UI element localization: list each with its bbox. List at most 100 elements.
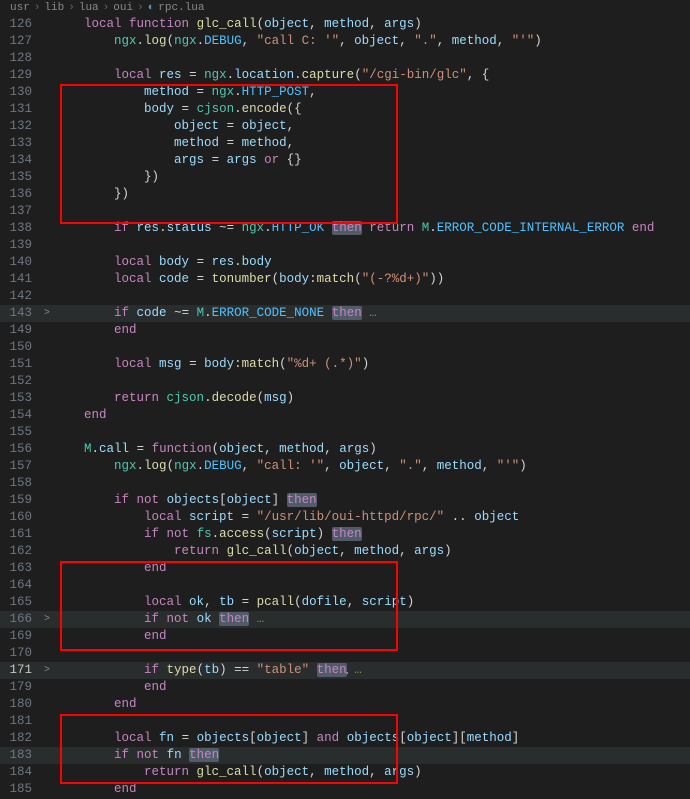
breadcrumb-part[interactable]: usr bbox=[10, 2, 30, 14]
code-content[interactable]: end bbox=[54, 696, 690, 713]
code-line[interactable]: 137 bbox=[0, 203, 690, 220]
fold-indicator[interactable]: > bbox=[40, 305, 54, 322]
code-line[interactable]: 133 method = method, bbox=[0, 135, 690, 152]
token-fn: log bbox=[144, 34, 167, 48]
code-line[interactable]: 179 end bbox=[0, 679, 690, 696]
code-content[interactable]: object = object, bbox=[54, 118, 690, 135]
breadcrumb-part[interactable]: lib bbox=[44, 2, 64, 14]
breadcrumb-file[interactable]: rpc.lua bbox=[158, 2, 204, 14]
code-content[interactable]: M.call = function(object, method, args) bbox=[54, 441, 690, 458]
code-content[interactable]: if not fs.access(script) then bbox=[54, 526, 690, 543]
code-content[interactable]: local msg = body:match("%d+ (.*)") bbox=[54, 356, 690, 373]
code-line[interactable]: 151 local msg = body:match("%d+ (.*)") bbox=[0, 356, 690, 373]
code-line[interactable]: 152 bbox=[0, 373, 690, 390]
code-content[interactable]: if not fn then bbox=[54, 747, 690, 764]
code-content[interactable]: if code ~= M.ERROR_CODE_NONE then … bbox=[54, 305, 690, 322]
code-content[interactable]: end bbox=[54, 322, 690, 339]
code-line[interactable]: 156 M.call = function(object, method, ar… bbox=[0, 441, 690, 458]
code-line[interactable]: 169 end bbox=[0, 628, 690, 645]
code-line[interactable]: 142 bbox=[0, 288, 690, 305]
code-content[interactable]: body = cjson.encode({ bbox=[54, 101, 690, 118]
breadcrumb-part[interactable]: lua bbox=[79, 2, 99, 14]
code-line[interactable]: 140 local body = res.body bbox=[0, 254, 690, 271]
code-content[interactable]: local script = "/usr/lib/oui-httpd/rpc/"… bbox=[54, 509, 690, 526]
code-line[interactable]: 126 local function glc_call(object, meth… bbox=[0, 16, 690, 33]
code-line[interactable]: 184 return glc_call(object, method, args… bbox=[0, 764, 690, 781]
code-content[interactable]: method = method, bbox=[54, 135, 690, 152]
code-line[interactable]: 135 }) bbox=[0, 169, 690, 186]
code-content[interactable]: return glc_call(object, method, args) bbox=[54, 764, 690, 781]
code-content[interactable]: if type(tb) == "table" then … bbox=[54, 662, 690, 679]
code-content[interactable]: end bbox=[54, 679, 690, 696]
code-line[interactable]: 141 local code = tonumber(body:match("(-… bbox=[0, 271, 690, 288]
code-line[interactable]: 183 if not fn then bbox=[0, 747, 690, 764]
code-line[interactable]: 162 return glc_call(object, method, args… bbox=[0, 543, 690, 560]
code-content[interactable]: local fn = objects[object] and objects[o… bbox=[54, 730, 690, 747]
code-line[interactable]: 134 args = args or {} bbox=[0, 152, 690, 169]
code-line[interactable]: 166> if not ok then … bbox=[0, 611, 690, 628]
fold-indicator[interactable]: > bbox=[40, 662, 54, 679]
code-line[interactable]: 163 end bbox=[0, 560, 690, 577]
token-dim: … bbox=[362, 306, 377, 320]
code-line[interactable]: 129 local res = ngx.location.capture("/c… bbox=[0, 67, 690, 84]
code-content[interactable]: end bbox=[54, 781, 690, 798]
token-id: msg bbox=[159, 357, 182, 371]
code-content[interactable]: local res = ngx.location.capture("/cgi-b… bbox=[54, 67, 690, 84]
code-line[interactable]: 170 bbox=[0, 645, 690, 662]
code-content[interactable]: args = args or {} bbox=[54, 152, 690, 169]
code-line[interactable]: 149 end bbox=[0, 322, 690, 339]
code-line[interactable]: 158 bbox=[0, 475, 690, 492]
code-content[interactable]: local code = tonumber(body:match("(-?%d+… bbox=[54, 271, 690, 288]
code-content[interactable]: if res.status ~= ngx.HTTP_OK then return… bbox=[54, 220, 690, 237]
code-content[interactable]: end bbox=[54, 407, 690, 424]
token-kw: return bbox=[114, 391, 159, 405]
code-content[interactable]: local ok, tb = pcall(dofile, script) bbox=[54, 594, 690, 611]
code-line[interactable]: 154 end bbox=[0, 407, 690, 424]
line-number: 131 bbox=[0, 101, 40, 118]
code-line[interactable]: 165 local ok, tb = pcall(dofile, script) bbox=[0, 594, 690, 611]
code-line[interactable]: 138 if res.status ~= ngx.HTTP_OK then re… bbox=[0, 220, 690, 237]
code-editor[interactable]: 126 local function glc_call(object, meth… bbox=[0, 16, 690, 798]
code-line[interactable]: 130 method = ngx.HTTP_POST, bbox=[0, 84, 690, 101]
code-line[interactable]: 157 ngx.log(ngx.DEBUG, "call: '", object… bbox=[0, 458, 690, 475]
token-obj: ngx bbox=[174, 34, 197, 48]
breadcrumb-part[interactable]: oui bbox=[113, 2, 133, 14]
code-line[interactable]: 139 bbox=[0, 237, 690, 254]
code-line[interactable]: 150 bbox=[0, 339, 690, 356]
code-line[interactable]: 161 if not fs.access(script) then bbox=[0, 526, 690, 543]
code-content[interactable]: }) bbox=[54, 169, 690, 186]
code-content[interactable]: ngx.log(ngx.DEBUG, "call: '", object, ".… bbox=[54, 458, 690, 475]
code-line[interactable]: 185 end bbox=[0, 781, 690, 798]
token-id: fn bbox=[167, 748, 182, 762]
code-content[interactable]: }) bbox=[54, 186, 690, 203]
code-line[interactable]: 155 bbox=[0, 424, 690, 441]
code-line[interactable]: 159 if not objects[object] then bbox=[0, 492, 690, 509]
token-punc: . bbox=[234, 85, 242, 99]
code-line[interactable]: 153 return cjson.decode(msg) bbox=[0, 390, 690, 407]
code-line[interactable]: 164 bbox=[0, 577, 690, 594]
code-line[interactable]: 181 bbox=[0, 713, 690, 730]
code-line[interactable]: 182 local fn = objects[object] and objec… bbox=[0, 730, 690, 747]
code-line[interactable]: 160 local script = "/usr/lib/oui-httpd/r… bbox=[0, 509, 690, 526]
code-content[interactable]: return cjson.decode(msg) bbox=[54, 390, 690, 407]
code-line[interactable]: 180 end bbox=[0, 696, 690, 713]
code-content[interactable]: ngx.log(ngx.DEBUG, "call C: '", object, … bbox=[54, 33, 690, 50]
token-obj: ngx bbox=[174, 459, 197, 473]
code-line[interactable]: 127 ngx.log(ngx.DEBUG, "call C: '", obje… bbox=[0, 33, 690, 50]
code-content[interactable]: return glc_call(object, method, args) bbox=[54, 543, 690, 560]
token-op: ~= bbox=[174, 306, 189, 320]
code-content[interactable]: end bbox=[54, 560, 690, 577]
code-line[interactable]: 143> if code ~= M.ERROR_CODE_NONE then … bbox=[0, 305, 690, 322]
code-content[interactable]: local body = res.body bbox=[54, 254, 690, 271]
code-content[interactable]: local function glc_call(object, method, … bbox=[54, 16, 690, 33]
code-line[interactable]: 131 body = cjson.encode({ bbox=[0, 101, 690, 118]
code-line[interactable]: 132 object = object, bbox=[0, 118, 690, 135]
fold-indicator[interactable]: > bbox=[40, 611, 54, 628]
code-line[interactable]: 171> if type(tb) == "table" then … bbox=[0, 662, 690, 679]
code-content[interactable]: method = ngx.HTTP_POST, bbox=[54, 84, 690, 101]
code-content[interactable]: end bbox=[54, 628, 690, 645]
code-line[interactable]: 136 }) bbox=[0, 186, 690, 203]
code-content[interactable]: if not objects[object] then bbox=[54, 492, 690, 509]
code-content[interactable]: if not ok then … bbox=[54, 611, 690, 628]
code-line[interactable]: 128 bbox=[0, 50, 690, 67]
